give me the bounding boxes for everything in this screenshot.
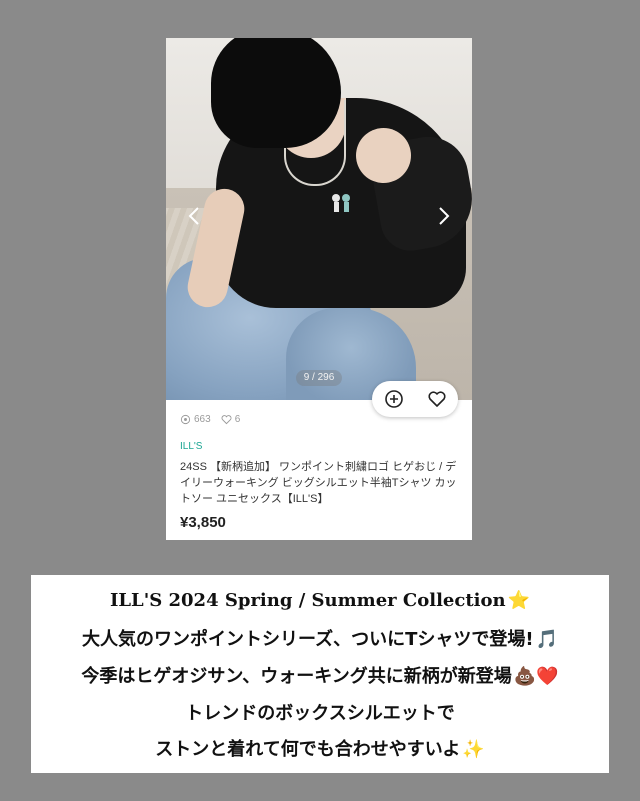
- caption-line-5-text: ストンと着れて何でも合わせやすいよ: [155, 739, 461, 760]
- product-card[interactable]: 9 / 296 663 6 ILL'S 24SS 【新柄追加】 ワンポイント刺繍…: [166, 38, 472, 540]
- sparkles-icon: ✨: [462, 739, 485, 760]
- brand-link[interactable]: ILL'S: [180, 441, 202, 452]
- product-title[interactable]: 24SS 【新柄追加】 ワンポイント刺繍ロゴ ヒゲおじ / デイリーウォーキング…: [180, 459, 460, 507]
- heart-icon[interactable]: [419, 381, 455, 417]
- caption-line-2-text: 大人気のワンポイントシリーズ、ついにTシャツで登場!: [81, 629, 534, 650]
- caption-line-5: ストンと着れて何でも合わせやすいよ ✨: [31, 735, 609, 761]
- caption-line-2: 大人気のワンポイントシリーズ、ついにTシャツで登場! 🎵: [31, 625, 609, 651]
- product-stats: 663 6: [180, 414, 240, 425]
- action-buttons: [372, 381, 458, 417]
- caption-box: ILL'S 2024 Spring / Summer Collection ⭐ 大…: [31, 575, 609, 773]
- views-count: 663: [194, 414, 211, 425]
- likes-stat: 6: [221, 414, 241, 425]
- chevron-left-icon[interactable]: [180, 198, 210, 234]
- likes-count: 6: [234, 414, 241, 425]
- eye-icon: [180, 414, 191, 425]
- photo-hand: [356, 128, 411, 183]
- caption-line-1-text: ILL'S 2024 Spring / Summer Collection: [109, 590, 506, 611]
- star-icon: ⭐: [507, 590, 531, 611]
- chevron-right-icon[interactable]: [428, 198, 458, 234]
- product-photo[interactable]: 9 / 296: [166, 38, 472, 400]
- poop-heart-icon: 💩❤️: [513, 666, 559, 687]
- plus-circle-icon[interactable]: [376, 381, 412, 417]
- product-price: ¥3,850: [180, 514, 226, 531]
- image-counter: 9 / 296: [296, 370, 342, 386]
- caption-line-1: ILL'S 2024 Spring / Summer Collection ⭐: [31, 590, 609, 611]
- views-stat: 663: [180, 414, 211, 425]
- caption-line-3-text: 今季はヒゲオジサン、ウォーキング共に新柄が新登場: [81, 666, 512, 687]
- heart-outline-icon: [221, 415, 232, 425]
- music-note-icon: 🎵: [535, 629, 558, 650]
- photo-hair: [211, 38, 341, 148]
- embroidery-logo: [332, 194, 350, 212]
- caption-line-3: 今季はヒゲオジサン、ウォーキング共に新柄が新登場 💩❤️: [31, 662, 609, 688]
- caption-line-4: トレンドのボックスシルエットで: [185, 703, 455, 724]
